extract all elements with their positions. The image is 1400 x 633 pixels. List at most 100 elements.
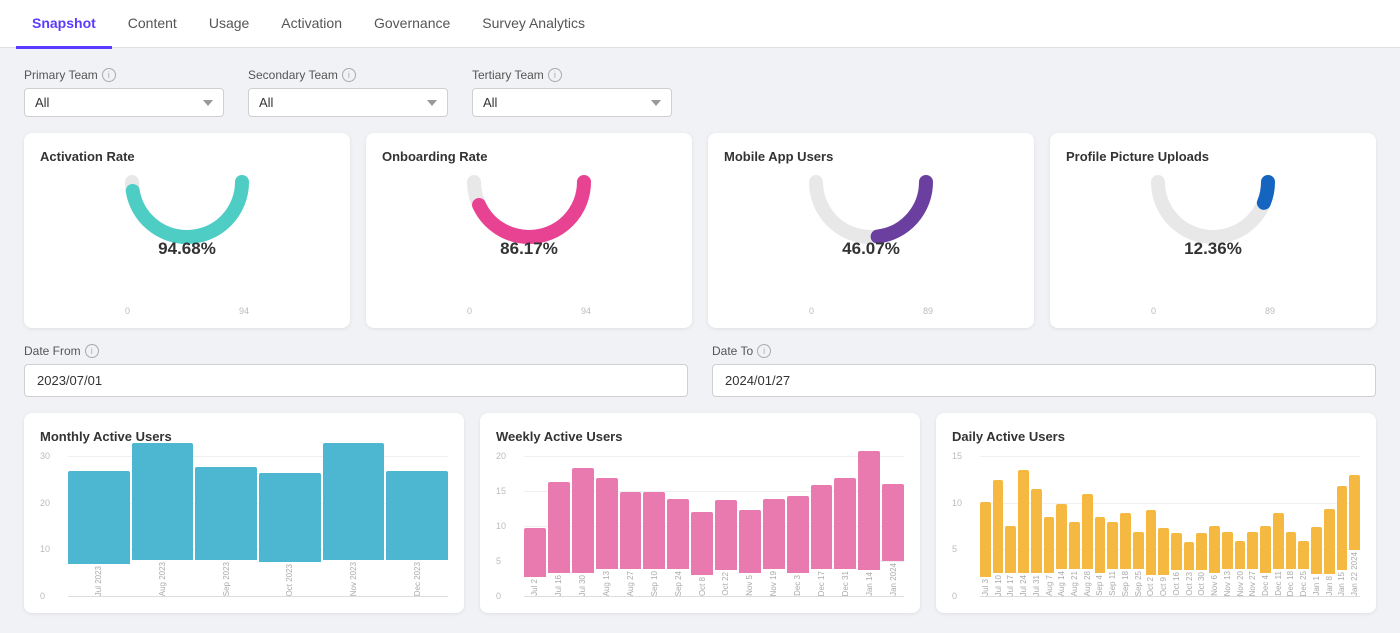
bar-daily-8 [1082, 494, 1093, 569]
bar-daily-16 [1184, 542, 1195, 570]
bar-wrap-daily-17: Oct 30 [1196, 533, 1207, 596]
bar-weekly-2 [572, 468, 594, 573]
tertiary-team-filter: Tertiary Team i All [472, 68, 672, 117]
bar-label-daily-10: Sep 11 [1108, 571, 1117, 596]
metric-title-1: Onboarding Rate [382, 149, 676, 164]
bar-wrap-daily-29: Jan 22 2024 [1349, 475, 1360, 596]
bar-label-daily-20: Nov 20 [1236, 571, 1245, 596]
bar-wrap-daily-25: Dec 25 [1298, 541, 1309, 596]
bar-daily-25 [1298, 541, 1309, 569]
donut-min-2: 0 [809, 306, 814, 316]
metric-card-2: Mobile App Users 46.07% 0 89 [708, 133, 1034, 328]
donut-wrapper-1: 86.17% 0 94 [459, 172, 599, 312]
bar-daily-17 [1196, 533, 1207, 570]
metric-card-3: Profile Picture Uploads 12.36% 0 89 [1050, 133, 1376, 328]
tertiary-team-info-icon: i [548, 68, 562, 82]
date-to-input[interactable] [712, 364, 1376, 397]
donut-min-0: 0 [125, 306, 130, 316]
bar-label-monthly-4: Nov 2023 [349, 562, 358, 596]
metrics-row: Activation Rate 94.68% 0 94 Onboarding R… [24, 133, 1376, 328]
bar-label-monthly-2: Sep 2023 [222, 562, 231, 596]
bar-weekly-15 [882, 484, 904, 561]
bar-label-weekly-5: Sep 10 [650, 571, 659, 596]
bar-wrap-daily-23: Dec 11 [1273, 513, 1284, 596]
bar-wrap-daily-4: Jul 31 [1031, 489, 1042, 596]
metric-card-0: Activation Rate 94.68% 0 94 [24, 133, 350, 328]
bar-weekly-4 [620, 492, 642, 569]
bar-daily-12 [1133, 532, 1144, 569]
bar-wrap-daily-18: Nov 6 [1209, 526, 1220, 596]
secondary-team-select[interactable]: All [248, 88, 448, 117]
bar-daily-20 [1235, 541, 1246, 569]
tab-snapshot[interactable]: Snapshot [16, 1, 112, 49]
bar-weekly-10 [763, 499, 785, 569]
donut-container-3: 12.36% 0 89 [1066, 172, 1360, 312]
chart-title-weekly: Weekly Active Users [496, 429, 904, 444]
primary-team-select[interactable]: All [24, 88, 224, 117]
bar-label-weekly-3: Aug 13 [602, 571, 611, 596]
bar-wrap-weekly-5: Sep 10 [643, 492, 665, 596]
bar-label-weekly-6: Sep 24 [674, 571, 683, 596]
bar-wrap-daily-22: Dec 4 [1260, 526, 1271, 596]
main-content: Primary Team i All Secondary Team i All … [0, 48, 1400, 633]
bar-monthly-2 [195, 467, 257, 560]
bar-label-weekly-14: Jan 14 [865, 572, 874, 596]
date-from-info-icon: i [85, 344, 99, 358]
primary-team-label: Primary Team i [24, 68, 224, 82]
bar-label-daily-19: Nov 13 [1223, 571, 1232, 596]
bar-label-weekly-1: Jul 16 [554, 575, 563, 596]
date-from-group: Date From i [24, 344, 688, 397]
bar-wrap-weekly-7: Oct 8 [691, 512, 713, 596]
donut-max-0: 94 [239, 306, 249, 316]
bar-label-daily-22: Dec 4 [1261, 575, 1270, 596]
bar-wrap-weekly-4: Aug 27 [620, 492, 642, 596]
bar-label-daily-25: Dec 25 [1299, 571, 1308, 596]
bar-monthly-4 [323, 443, 385, 560]
tab-activation[interactable]: Activation [265, 1, 358, 49]
bar-wrap-daily-6: Aug 14 [1056, 504, 1067, 596]
bar-label-daily-13: Oct 2 [1146, 577, 1155, 596]
bar-wrap-daily-1: Jul 10 [993, 480, 1004, 596]
donut-wrapper-3: 12.36% 0 89 [1143, 172, 1283, 312]
bar-wrap-daily-16: Oct 23 [1184, 542, 1195, 596]
bar-daily-23 [1273, 513, 1284, 569]
bar-wrap-weekly-12: Dec 17 [811, 485, 833, 596]
bar-weekly-14 [858, 451, 880, 570]
bar-label-daily-21: Nov 27 [1248, 571, 1257, 596]
bar-wrap-daily-15: Oct 16 [1171, 533, 1182, 596]
tertiary-team-select[interactable]: All [472, 88, 672, 117]
bar-weekly-0 [524, 528, 546, 577]
date-from-input[interactable] [24, 364, 688, 397]
bar-wrap-monthly-0: Jul 2023 [68, 471, 130, 596]
tab-content[interactable]: Content [112, 1, 193, 49]
bar-wrap-daily-5: Aug 7 [1044, 517, 1055, 596]
tab-usage[interactable]: Usage [193, 1, 265, 49]
bar-label-daily-15: Oct 16 [1172, 572, 1181, 596]
bar-daily-11 [1120, 513, 1131, 569]
secondary-team-info-icon: i [342, 68, 356, 82]
donut-wrapper-0: 94.68% 0 94 [117, 172, 257, 312]
bar-label-daily-5: Aug 7 [1045, 575, 1054, 596]
bar-daily-1 [993, 480, 1004, 573]
bar-wrap-daily-27: Jan 8 [1324, 509, 1335, 596]
bar-label-daily-29: Jan 22 2024 [1350, 552, 1359, 596]
donut-min-3: 0 [1151, 306, 1156, 316]
donut-wrapper-2: 46.07% 0 89 [801, 172, 941, 312]
bar-label-monthly-1: Aug 2023 [158, 562, 167, 596]
chart-title-daily: Daily Active Users [952, 429, 1360, 444]
bar-wrap-daily-10: Sep 11 [1107, 522, 1118, 596]
tab-governance[interactable]: Governance [358, 1, 466, 49]
bar-label-weekly-2: Jul 30 [578, 575, 587, 596]
bar-daily-27 [1324, 509, 1335, 574]
bar-wrap-weekly-3: Aug 13 [596, 478, 618, 596]
bar-daily-10 [1107, 522, 1118, 569]
bar-wrap-daily-26: Jan 1 [1311, 527, 1322, 596]
bar-daily-5 [1044, 517, 1055, 573]
bar-wrap-monthly-3: Oct 2023 [259, 473, 321, 596]
bar-wrap-weekly-0: Jul 2 [524, 528, 546, 596]
tab-survey-analytics[interactable]: Survey Analytics [466, 1, 601, 49]
bar-daily-4 [1031, 489, 1042, 573]
bar-wrap-daily-11: Sep 18 [1120, 513, 1131, 596]
bar-label-daily-28: Jan 15 [1337, 572, 1346, 596]
bar-label-daily-27: Jan 8 [1325, 576, 1334, 596]
